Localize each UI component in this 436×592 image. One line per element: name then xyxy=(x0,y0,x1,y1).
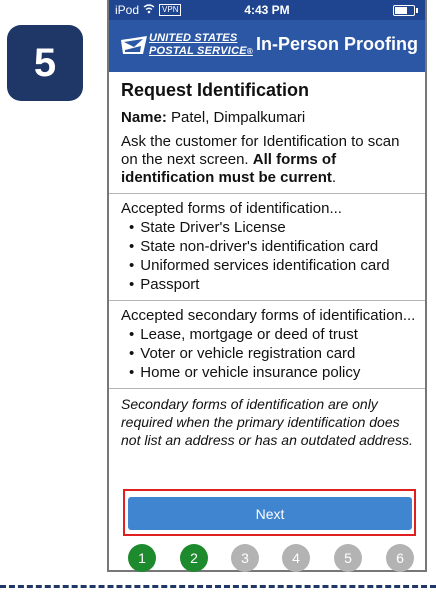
status-time: 4:43 PM xyxy=(244,3,290,17)
secondary-heading: Accepted secondary forms of identificati… xyxy=(121,307,416,324)
page-heading: Request Identification xyxy=(121,80,310,100)
instruction-text: Ask the customer for Identification to s… xyxy=(121,133,400,186)
list-item: Lease, mortgage or deed of trust xyxy=(129,325,419,344)
customer-name: Name: Patel, Dimpalkumari xyxy=(121,109,306,126)
app-title: In-Person Proofing xyxy=(256,34,418,54)
step-1-indicator: 1 xyxy=(128,544,156,572)
logo-line-2: POSTAL SERVICE® xyxy=(149,45,253,57)
battery-icon xyxy=(393,5,418,16)
usps-logo: UNITED STATES POSTAL SERVICE® xyxy=(121,32,253,62)
progress-steps: 1 2 3 4 5 6 xyxy=(128,544,414,572)
step-2-indicator: 2 xyxy=(180,544,208,572)
list-item: Home or vehicle insurance policy xyxy=(129,363,419,382)
accepted-heading: Accepted forms of identification... xyxy=(121,200,342,217)
list-item: State non-driver's identification card xyxy=(129,237,419,256)
step-4-indicator: 4 xyxy=(282,544,310,572)
list-item: Voter or vehicle registration card xyxy=(129,344,419,363)
divider xyxy=(109,193,425,194)
secondary-id-list: Lease, mortgage or deed of trust Voter o… xyxy=(121,325,419,382)
main-content: Request Identification Name: Patel, Dimp… xyxy=(109,80,425,449)
next-button[interactable]: Next xyxy=(128,497,412,530)
list-item: Passport xyxy=(129,275,419,294)
eagle-logo-icon xyxy=(121,36,147,54)
list-item: Uniformed services identification card xyxy=(129,256,419,275)
step-3-indicator: 3 xyxy=(231,544,259,572)
logo-line-1: UNITED STATES xyxy=(149,32,238,44)
list-item: State Driver's License xyxy=(129,218,419,237)
divider xyxy=(109,388,425,389)
dashed-divider xyxy=(0,585,436,588)
divider xyxy=(109,300,425,301)
status-bar: iPod VPN 4:43 PM xyxy=(109,0,425,20)
accepted-id-list: State Driver's License State non-driver'… xyxy=(121,218,419,294)
app-header: UNITED STATES POSTAL SERVICE® In-Person … xyxy=(109,20,425,72)
step-number-badge: 5 xyxy=(7,25,83,101)
phone-screen: iPod VPN 4:43 PM UNITED STATES POSTAL SE… xyxy=(107,0,427,572)
secondary-note: Secondary forms of identification are on… xyxy=(121,396,413,448)
step-6-indicator: 6 xyxy=(386,544,414,572)
step-5-indicator: 5 xyxy=(334,544,362,572)
